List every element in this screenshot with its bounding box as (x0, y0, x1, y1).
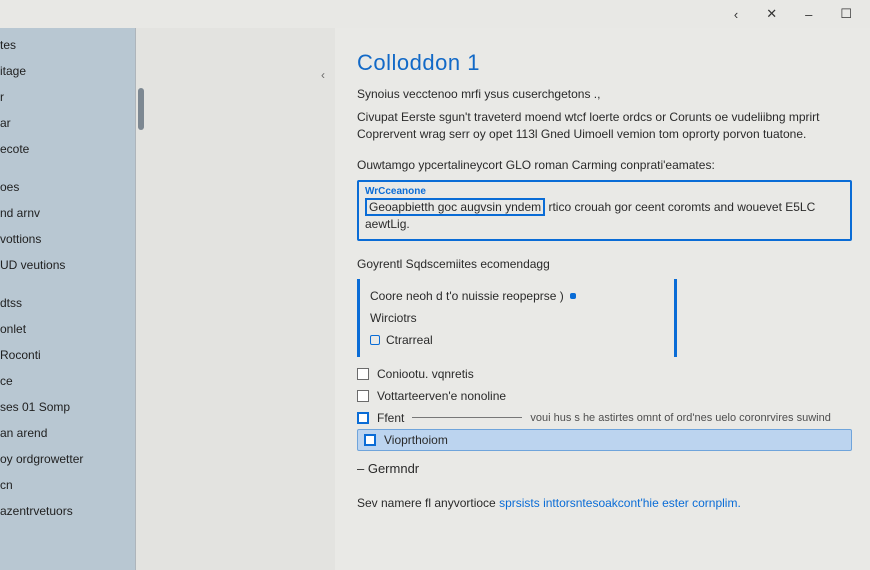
sidebar-item[interactable]: cn (0, 472, 135, 498)
footer-link[interactable]: sprsists inttorsntesoakcont'hie ester co… (499, 496, 741, 510)
sidebar-item[interactable]: vottions (0, 226, 135, 252)
subheading-1: Ouwtamgo ypcertalineycort GLO roman Carm… (357, 158, 852, 172)
sidebar-item[interactable]: an arend (0, 420, 135, 446)
callout-header: WrCceanone (365, 186, 844, 197)
sidebar-item[interactable]: dtss (0, 290, 135, 316)
group-row[interactable]: Wirciotrs (370, 307, 664, 329)
sidebar-item[interactable]: oes (0, 174, 135, 200)
lead-text-1: Synoius vecctenoo mrfi ysus cuserchgeton… (357, 86, 852, 103)
sidebar-item[interactable]: Roconti (0, 342, 135, 368)
footer-prefix: Sev namere fl anyvortioce (357, 496, 499, 510)
square-icon (370, 335, 380, 345)
option-label: Coniootu. vqnretis (377, 367, 474, 381)
close-icon[interactable]: ✕ (766, 6, 777, 22)
sidebar-item[interactable]: r (0, 84, 135, 110)
collapse-item[interactable]: – Germndr (357, 461, 852, 476)
sidebar-item[interactable]: onlet (0, 316, 135, 342)
group-row-label: Ctrarreal (386, 333, 433, 347)
checkbox-icon[interactable] (357, 368, 369, 380)
callout-emphasis: Geoapbietth goc augvsin yndem (365, 198, 545, 216)
sidebar-item[interactable]: ce (0, 368, 135, 394)
minimize-icon[interactable]: – (805, 7, 812, 22)
option-row[interactable]: Coniootu. vqnretis (357, 363, 852, 385)
option-label: Ffent (377, 411, 404, 425)
option-row-selected[interactable]: Vioprthoiom (357, 429, 852, 451)
sidebar-item[interactable]: ses 01 Somp (0, 394, 135, 420)
lead-text-2: Civupat Eerste sgun't traveterd moend wt… (357, 109, 852, 143)
dot-icon (570, 293, 576, 299)
group-row[interactable]: Coore neoh d t'o nuissie reopeprse ) (370, 285, 664, 307)
sidebar-item (0, 162, 135, 174)
checkbox-icon[interactable] (364, 434, 376, 446)
checkbox-icon[interactable] (357, 412, 369, 424)
option-row[interactable]: Ffent voui hus s he astirtes omnt of ord… (357, 407, 852, 429)
mid-panel: ‹ (135, 28, 335, 570)
sidebar-item (0, 278, 135, 290)
checkbox-icon[interactable] (357, 390, 369, 402)
group-row-label: Coore neoh d t'o nuissie reopeprse ) (370, 289, 564, 303)
option-label: Vioprthoiom (384, 433, 448, 447)
sidebar-item[interactable]: UD veutions (0, 252, 135, 278)
content-panel: Colloddon 1 Synoius vecctenoo mrfi ysus … (335, 28, 870, 570)
footer-text: Sev namere fl anyvortioce sprsists intto… (357, 496, 852, 510)
option-label: Vottarteerven'e nonoline (377, 389, 506, 403)
sidebar-item[interactable]: nd arnv (0, 200, 135, 226)
sidebar-item[interactable]: oy ordgrowetter (0, 446, 135, 472)
sidebar-item[interactable]: ecote (0, 136, 135, 162)
sidebar-item[interactable]: ar (0, 110, 135, 136)
sidebar: tes itage r ar ecote oes nd arnv vottion… (0, 28, 135, 570)
maximize-icon[interactable]: ☐ (840, 6, 852, 22)
option-row[interactable]: Vottarteerven'e nonoline (357, 385, 852, 407)
divider-line (412, 417, 522, 418)
page-title: Colloddon 1 (357, 50, 852, 76)
recommendation-group: Coore neoh d t'o nuissie reopeprse ) Wir… (357, 279, 677, 357)
titlebar: ‹ ✕ – ☐ (0, 0, 870, 28)
scroll-thumb[interactable] (138, 88, 144, 130)
main: tes itage r ar ecote oes nd arnv vottion… (0, 28, 870, 570)
callout-box: WrCceanone Geoapbietth goc augvsin yndem… (357, 180, 852, 241)
back-icon[interactable]: ‹ (734, 7, 738, 22)
sidebar-item[interactable]: itage (0, 58, 135, 84)
option-description: voui hus s he astirtes omnt of ord'nes u… (530, 412, 830, 424)
group-row-label: Wirciotrs (370, 311, 417, 325)
section-title: Goyrentl Sqdscemiites ecomendagg (357, 257, 852, 271)
options-list: Coniootu. vqnretis Vottarteerven'e nonol… (357, 363, 852, 451)
sidebar-item[interactable]: tes (0, 32, 135, 58)
group-row[interactable]: Ctrarreal (370, 329, 664, 351)
chevron-left-icon[interactable]: ‹ (321, 68, 325, 82)
sidebar-item[interactable]: azentrvetuors (0, 498, 135, 524)
callout-body: Geoapbietth goc augvsin yndem rtico crou… (365, 199, 844, 233)
